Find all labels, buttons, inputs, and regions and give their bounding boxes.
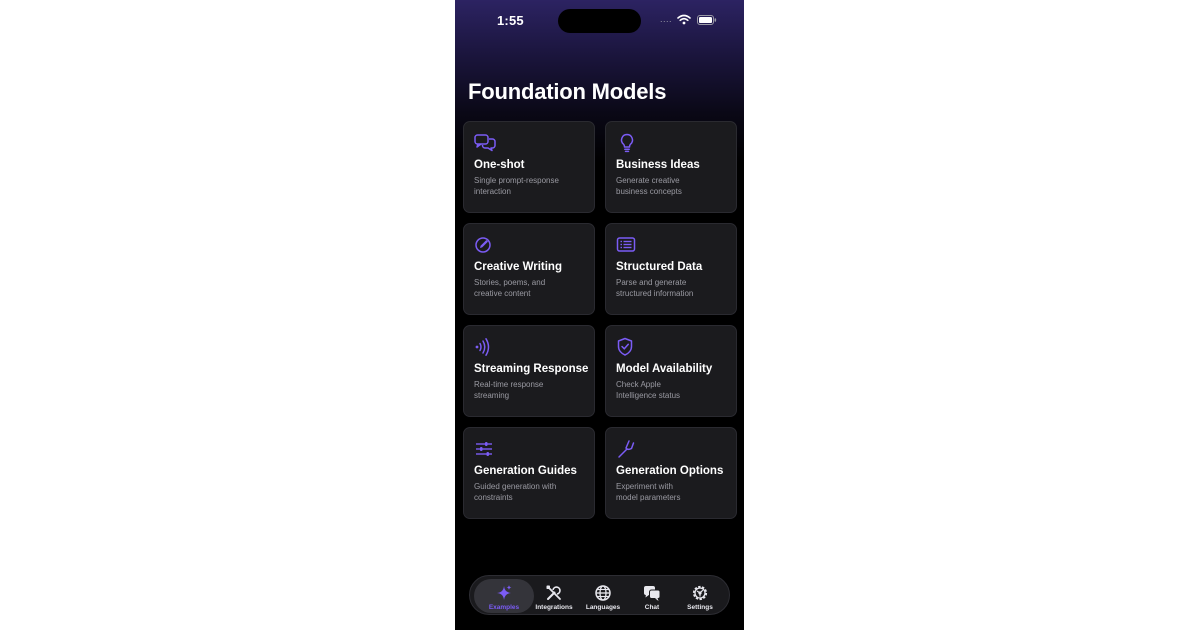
cellular-signal-icon: ....	[660, 14, 673, 24]
card-description-line: Guided generation with	[474, 482, 557, 491]
chat-bubbles-icon	[474, 134, 496, 152]
card-creative-writing[interactable]: Creative Writing Stories, poems, and cre…	[463, 223, 595, 315]
card-description-line: Real-time response	[474, 380, 544, 389]
card-description-line: Generate creative	[616, 176, 680, 185]
tab-chat[interactable]: Chat	[630, 579, 674, 613]
card-description-line: structured information	[616, 288, 694, 298]
card-structured-data[interactable]: Structured Data Parse and generate struc…	[605, 223, 737, 315]
card-streaming-response[interactable]: Streaming Response Real-time response st…	[463, 325, 595, 417]
card-title: One-shot	[474, 159, 525, 171]
card-description: Experiment with model parameters	[616, 482, 726, 503]
tab-label: Integrations	[535, 604, 573, 611]
card-title: Generation Options	[616, 465, 724, 477]
card-title: Creative Writing	[474, 261, 562, 273]
status-time: 1:55	[497, 13, 524, 28]
card-title: Model Availability	[616, 363, 713, 375]
card-description-line: Parse and generate	[616, 278, 687, 287]
wave-signal-icon	[475, 338, 490, 356]
card-description: Guided generation with constraints	[474, 482, 584, 503]
sliders-icon	[476, 442, 492, 456]
card-model-availability[interactable]: Model Availability Check Apple Intellige…	[605, 325, 737, 417]
page-title: Foundation Models	[468, 79, 667, 104]
status-bar: 1:55 ....	[455, 0, 744, 44]
card-description: Single prompt-response interaction	[474, 176, 584, 197]
card-description-line: interaction	[474, 186, 511, 196]
tab-languages[interactable]: Languages	[578, 579, 628, 613]
wifi-icon	[677, 14, 691, 25]
card-title: Structured Data	[616, 261, 703, 273]
tab-label: Languages	[585, 604, 621, 611]
lightbulb-icon	[620, 133, 634, 153]
card-generation-guides[interactable]: Generation Guides Guided generation with…	[463, 427, 595, 519]
card-description-line: business concepts	[616, 186, 682, 196]
shield-check-icon	[617, 337, 633, 356]
card-description-line: Single prompt-response	[474, 176, 559, 185]
tab-examples[interactable]: Examples	[474, 579, 534, 613]
card-description-line: constraints	[474, 492, 513, 502]
tab-label: Chat	[644, 604, 660, 611]
text-document-icon	[616, 237, 636, 252]
tab-integrations[interactable]: Integrations	[530, 579, 578, 613]
gear-icon	[692, 585, 708, 601]
globe-icon	[595, 585, 611, 601]
card-description-line: Stories, poems, and	[474, 278, 546, 287]
card-description: Real-time response streaming	[474, 380, 584, 401]
tab-bar: Examples Integrations Languages Chat Set…	[469, 575, 730, 615]
card-title: Streaming Response	[474, 363, 589, 375]
card-description-line: model parameters	[616, 492, 681, 502]
pencil-circle-icon	[475, 237, 491, 253]
card-description: Stories, poems, and creative content	[474, 278, 584, 299]
card-description: Check Apple Intelligence status	[616, 380, 726, 401]
tab-settings[interactable]: Settings	[676, 579, 724, 613]
card-description-line: Check Apple	[616, 380, 661, 389]
sparkles-icon	[497, 585, 512, 600]
dynamic-island	[558, 9, 641, 33]
card-description-line: Experiment with	[616, 482, 673, 491]
tab-label: Examples	[488, 604, 520, 611]
examples-grid: One-shot Single prompt-response interact…	[463, 121, 737, 519]
card-generation-options[interactable]: Generation Options Experiment with model…	[605, 427, 737, 519]
tools-icon	[546, 585, 561, 600]
chat-icon	[644, 586, 661, 601]
card-description: Generate creative business concepts	[616, 176, 726, 197]
card-business-ideas[interactable]: Business Ideas Generate creative busines…	[605, 121, 737, 213]
card-description-line: Intelligence status	[616, 390, 681, 400]
battery-icon	[697, 15, 717, 25]
tab-label: Settings	[687, 604, 713, 611]
card-title: Generation Guides	[474, 465, 577, 477]
phone-screen: 1:55 .... Foundation Models One-shot Sin…	[455, 0, 744, 630]
card-description-line: streaming	[474, 390, 510, 400]
card-description: Parse and generate structured informatio…	[616, 278, 726, 299]
tuning-fork-icon	[618, 440, 635, 458]
card-description-line: creative content	[474, 288, 531, 298]
card-one-shot[interactable]: One-shot Single prompt-response interact…	[463, 121, 595, 213]
card-title: Business Ideas	[616, 159, 700, 171]
